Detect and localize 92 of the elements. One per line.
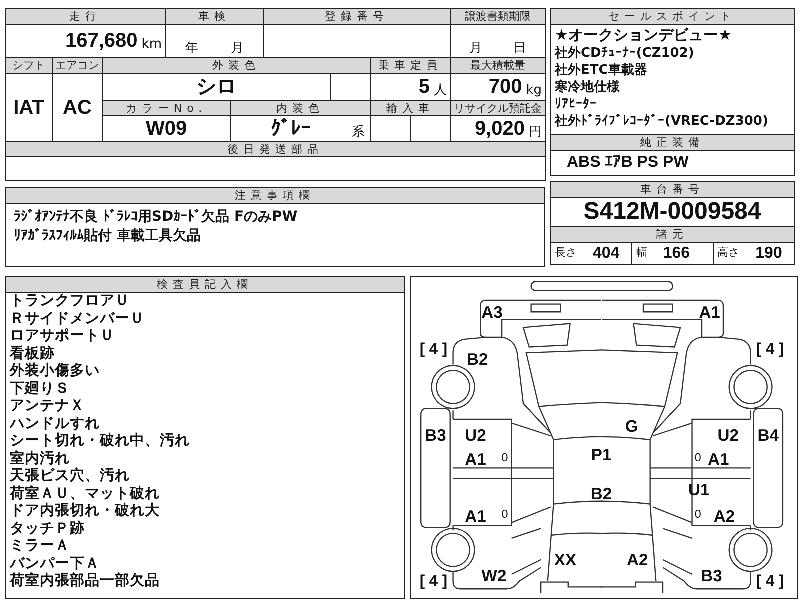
- unit-label: kg: [526, 84, 542, 97]
- tire-tread-label: [ 4 ]: [756, 573, 784, 590]
- note-text: ﾗｼﾞｵｱﾝﾃﾅ不良 ﾄﾞﾗﾚｺ用SDｶｰﾄﾞ欠品 FのみPW: [14, 208, 299, 227]
- column-header: カラーNo.: [102, 100, 230, 116]
- unit-label: 円: [529, 126, 542, 138]
- column-header: 車検: [166, 8, 264, 24]
- damage-code: A2: [714, 506, 736, 526]
- spec-value: 190: [756, 244, 782, 264]
- section-header: 純正装備: [551, 134, 794, 151]
- damage-code: B4: [758, 426, 779, 445]
- damage-code: A1: [699, 302, 720, 322]
- column-header: 最大積載量: [450, 58, 546, 74]
- cell-value: ｸﾞﾚｰ: [270, 118, 312, 138]
- unit-label: 月: [230, 42, 244, 55]
- note-text: ﾘｱｶﾞﾗｽﾌｨﾙﾑ貼付 車載工具欠品: [14, 227, 202, 246]
- section-header: 諸元: [551, 227, 794, 243]
- inspection-note: ＲサイドメンバーＵ: [10, 310, 146, 328]
- column-header: 後日発送部品: [6, 142, 546, 156]
- inspection-note: ドア内張切れ・破れ大: [10, 503, 161, 520]
- section-header: 車台番号: [551, 182, 794, 198]
- spec-label: 幅: [636, 245, 648, 262]
- section-header: 検査員記入欄: [6, 277, 404, 293]
- column-header: 内装色: [230, 100, 370, 116]
- inspection-note: ハンドルすれ: [10, 416, 101, 432]
- inspection-note: タッチＰ跡: [10, 520, 86, 538]
- damage-code: G: [625, 417, 638, 436]
- cell-value: 167,680: [66, 31, 138, 51]
- panel-mark: 0: [694, 451, 702, 464]
- sales-point-text: 社外CDﾁｭｰﾅｰ(CZ102): [555, 45, 696, 62]
- sales-point-text: 社外ﾄﾞﾗｲﾌﾞﾚｺｰﾀﾞｰ(VREC-DZ300): [555, 113, 770, 130]
- spec-label: 長さ: [555, 245, 577, 262]
- cell-value: 9,020: [474, 118, 525, 138]
- column-header: 輸入車: [370, 100, 450, 116]
- equipment-text: ABS ｴｱB PS PW: [566, 153, 690, 173]
- inspection-note: 荷室内張部品一部欠品: [10, 573, 161, 590]
- damage-code: B2: [467, 350, 488, 369]
- column-header: 乗車定員: [370, 58, 450, 74]
- damage-code: U2: [718, 426, 739, 445]
- sales-point-text: 社外ETC車載器: [555, 62, 648, 79]
- panel-mark: 0: [502, 451, 508, 464]
- spec-label: 高さ: [718, 245, 740, 262]
- inspection-note: 荷室ＡＵ、マット破れ: [10, 486, 161, 502]
- spec-value: 404: [593, 244, 620, 264]
- column-header: 登録番号: [264, 8, 450, 24]
- inspection-note: 天張ビス穴、汚れ: [10, 468, 131, 485]
- inspection-note: バンパー下Ａ: [10, 556, 101, 572]
- section-header: 注意事項欄: [6, 188, 544, 204]
- panel-mark: 0: [694, 508, 702, 521]
- unit-label: 月: [470, 42, 482, 55]
- damage-code: A2: [627, 550, 648, 570]
- damage-code: A1: [708, 450, 730, 470]
- cell-value: 5: [418, 77, 430, 97]
- column-header: エアコン: [52, 58, 102, 74]
- inspection-note: 室内汚れ: [10, 450, 70, 468]
- sales-point-text: ﾘｱﾋｰﾀｰ: [555, 96, 598, 113]
- damage-code: B2: [590, 484, 612, 504]
- column-header: 外装色: [102, 58, 370, 74]
- section-header: セールスポイント: [551, 9, 794, 25]
- tire-tread-label: [ 4 ]: [756, 341, 784, 358]
- unit-label: 日: [514, 42, 526, 55]
- column-header: 譲渡書類期限: [450, 8, 546, 24]
- inspection-note: 下廻りＳ: [10, 380, 71, 398]
- damage-code: A1: [465, 506, 486, 526]
- cell-value: 700: [488, 77, 522, 97]
- damage-code: XX: [554, 550, 577, 570]
- inspection-note: ロアサポートＵ: [10, 328, 116, 346]
- damage-code: B3: [425, 426, 446, 445]
- unit-label: 年: [185, 42, 198, 55]
- inspection-note: 看板跡: [10, 346, 56, 362]
- panel-mark: 0: [502, 508, 508, 521]
- sales-point-text: 寒冷地仕様: [555, 79, 621, 96]
- column-header: シフト: [6, 58, 52, 74]
- damage-code: P1: [591, 445, 612, 464]
- inspection-note: 外装小傷多い: [10, 363, 101, 380]
- damage-code: U2: [465, 426, 486, 445]
- inspection-note: ミラーＡ: [10, 538, 71, 556]
- unit-label: km: [142, 38, 162, 51]
- inspection-note: アンテナＸ: [10, 398, 86, 416]
- inspection-note: シート切れ・破れ中、汚れ: [10, 433, 191, 450]
- unit-label: 系: [352, 126, 365, 138]
- sales-point-text: ★オークションデビュー★: [555, 25, 733, 45]
- unit-label: 人: [434, 84, 447, 97]
- column-header: リサイクル預託金: [450, 100, 546, 116]
- damage-code: A3: [482, 302, 503, 322]
- spec-value: 166: [663, 244, 690, 264]
- column-header: 走行: [6, 8, 166, 24]
- tire-tread-label: [ 4 ]: [420, 341, 448, 358]
- damage-code: W2: [482, 566, 507, 586]
- damage-code: B3: [701, 566, 722, 586]
- tire-tread-label: [ 4 ]: [420, 573, 448, 590]
- inspection-note: トランクフロアＵ: [10, 293, 131, 310]
- damage-code: A1: [465, 450, 486, 470]
